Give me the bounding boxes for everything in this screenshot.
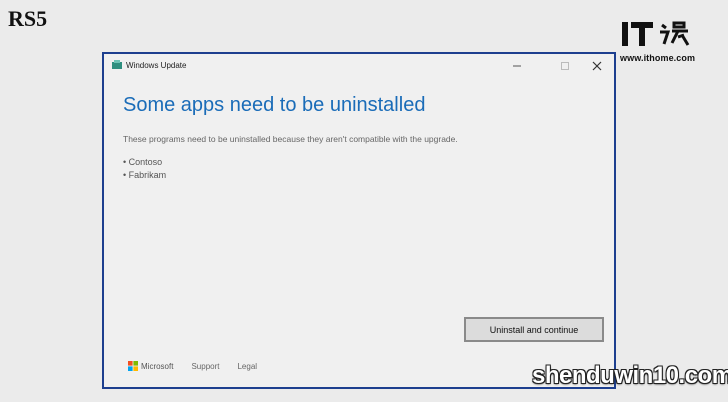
maximize-button[interactable] — [552, 56, 578, 76]
logo-url: www.ithome.com — [620, 53, 696, 63]
list-item: • Contoso — [123, 157, 163, 167]
legal-link[interactable]: Legal — [237, 362, 257, 371]
slide-label: RS5 — [8, 6, 48, 31]
list-item: • Fabrikam — [123, 169, 167, 180]
incompatible-app-list: • Contoso • Fabrikam — [123, 156, 166, 181]
ithome-logo-icon — [622, 21, 690, 46]
titlebar: Windows Update — [104, 54, 614, 78]
dialog-footer: Microsoft Support Legal — [128, 361, 275, 371]
ithome-logo: www.ithome.com — [620, 17, 720, 69]
microsoft-logo-icon — [128, 361, 138, 371]
close-button[interactable] — [584, 56, 610, 76]
dialog-heading: Some apps need to be uninstalled — [123, 94, 426, 116]
uninstall-and-continue-button[interactable]: Uninstall and continue — [464, 317, 604, 342]
close-icon — [592, 61, 602, 71]
support-link[interactable]: Support — [191, 362, 219, 371]
minimize-icon — [513, 65, 521, 67]
window-title: Windows Update — [126, 61, 187, 70]
microsoft-brand-label: Microsoft — [141, 361, 174, 371]
site-watermark: shenduwin10.com — [532, 362, 728, 389]
maximize-icon — [561, 62, 569, 70]
windows-update-app-icon — [112, 60, 122, 69]
windows-update-dialog: Windows Update Some apps need to be unin… — [102, 52, 616, 389]
dialog-description: These programs need to be uninstalled be… — [123, 134, 458, 144]
minimize-button[interactable] — [504, 56, 530, 76]
